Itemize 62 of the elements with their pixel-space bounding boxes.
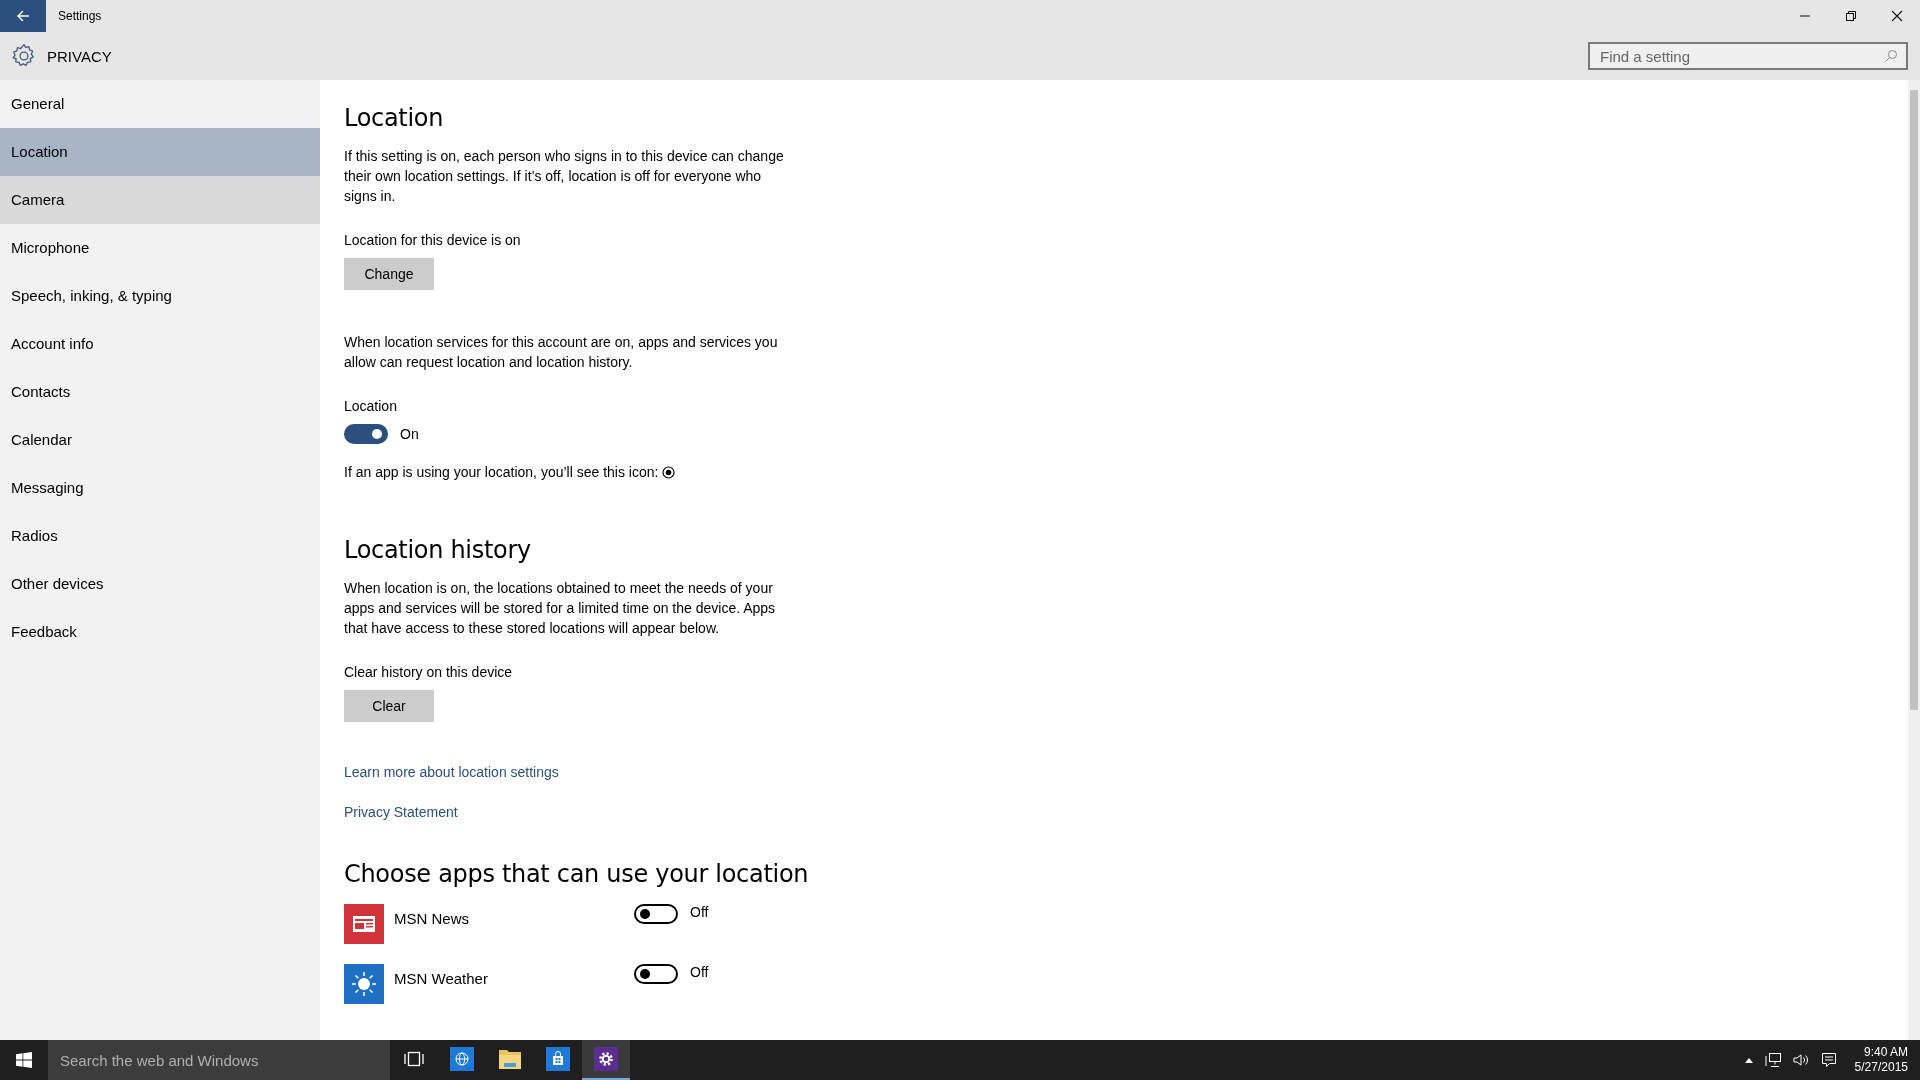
- clock-time: 9:40 AM: [1863, 1045, 1908, 1060]
- globe-icon: [450, 1047, 474, 1071]
- app-name: MSN Weather: [394, 970, 489, 987]
- clock-date: 5/27/2015: [1854, 1060, 1908, 1075]
- change-button[interactable]: Change: [344, 258, 434, 290]
- link[interactable]: Learn more about location settings: [344, 764, 824, 780]
- search-field[interactable]: Find a setting: [1588, 42, 1908, 70]
- icon-note-text: If an app is using your location, you’ll see this icon:: [344, 464, 659, 480]
- search-icon: [1884, 49, 1898, 63]
- section-heading: Location history: [344, 536, 532, 564]
- location-indicator-icon: [662, 465, 676, 479]
- folder-icon: [498, 1048, 522, 1070]
- sidebar-item[interactable]: Account info: [0, 320, 320, 368]
- status-text: Location for this device is on: [344, 232, 522, 248]
- gear-icon: [11, 43, 37, 69]
- sidebar-item[interactable]: Other devices: [0, 560, 320, 608]
- sidebar-item[interactable]: Calendar: [0, 416, 320, 464]
- taskbar-app-button[interactable]: [582, 1040, 630, 1080]
- description-text: When location services for this account are on, apps and services you allow can request location and location history.: [344, 333, 779, 372]
- clear-history-label: Clear history on this device: [344, 664, 514, 680]
- sidebar-item[interactable]: Microphone: [0, 224, 320, 272]
- app-toggle[interactable]: [634, 964, 678, 984]
- location-toggle[interactable]: [344, 424, 388, 444]
- sidebar-item[interactable]: Feedback: [0, 608, 320, 656]
- taskbar-search-field[interactable]: Search the web and Windows: [48, 1040, 390, 1080]
- close-icon: [1891, 10, 1903, 22]
- notification-icon[interactable]: [1820, 1052, 1837, 1068]
- sidebar-item[interactable]: Camera: [0, 176, 320, 224]
- clock[interactable]: 9:40 AM 5/27/2015: [1854, 1045, 1908, 1075]
- task-view-icon: [404, 1051, 424, 1067]
- sidebar-item[interactable]: Messaging: [0, 464, 320, 512]
- toggle-state-text: Off: [690, 904, 709, 920]
- sidebar-item[interactable]: Location: [0, 128, 320, 176]
- back-button[interactable]: [0, 0, 46, 32]
- section-heading: Choose apps that can use your location: [344, 860, 810, 888]
- network-icon[interactable]: [1764, 1052, 1781, 1068]
- toggle-state-text: On: [400, 426, 419, 442]
- app-toggle[interactable]: [634, 904, 678, 924]
- section-heading: Location: [344, 104, 445, 132]
- toggle-label: Location: [344, 398, 398, 414]
- scrollbar[interactable]: [1908, 80, 1920, 1040]
- newspaper-icon: [352, 915, 376, 933]
- link[interactable]: Privacy Statement: [344, 804, 824, 820]
- caret-up-icon[interactable]: [1744, 1057, 1753, 1063]
- sidebar-item[interactable]: Contacts: [0, 368, 320, 416]
- description-text: When location is on, the locations obtained to meet the needs of your apps and services will be stored for a limited time on the device. Apps that have access to these stored locations will appear below.: [344, 579, 777, 638]
- restore-icon: [1845, 10, 1857, 22]
- app-name: MSN News: [394, 910, 470, 927]
- speaker-icon[interactable]: [1792, 1052, 1809, 1068]
- back-arrow-icon: [15, 8, 31, 24]
- description-text: If this setting is on, each person who signs in to this device can change their own location settings. If it’s off, location is off for everyone who signs in.: [344, 147, 784, 206]
- windows-logo-icon: [16, 1052, 32, 1068]
- gear-icon: [594, 1047, 618, 1071]
- sidebar-item[interactable]: Speech, inking, & typing: [0, 272, 320, 320]
- window-title: Settings: [58, 9, 102, 23]
- toggle-state-text: Off: [690, 964, 709, 980]
- sun-icon: [351, 971, 377, 997]
- page-title: PRIVACY: [47, 47, 112, 65]
- sidebar-item[interactable]: Radios: [0, 512, 320, 560]
- clear-button[interactable]: Clear: [344, 690, 434, 722]
- sidebar-item[interactable]: General: [0, 80, 320, 128]
- shopping-bag-icon: [546, 1047, 570, 1071]
